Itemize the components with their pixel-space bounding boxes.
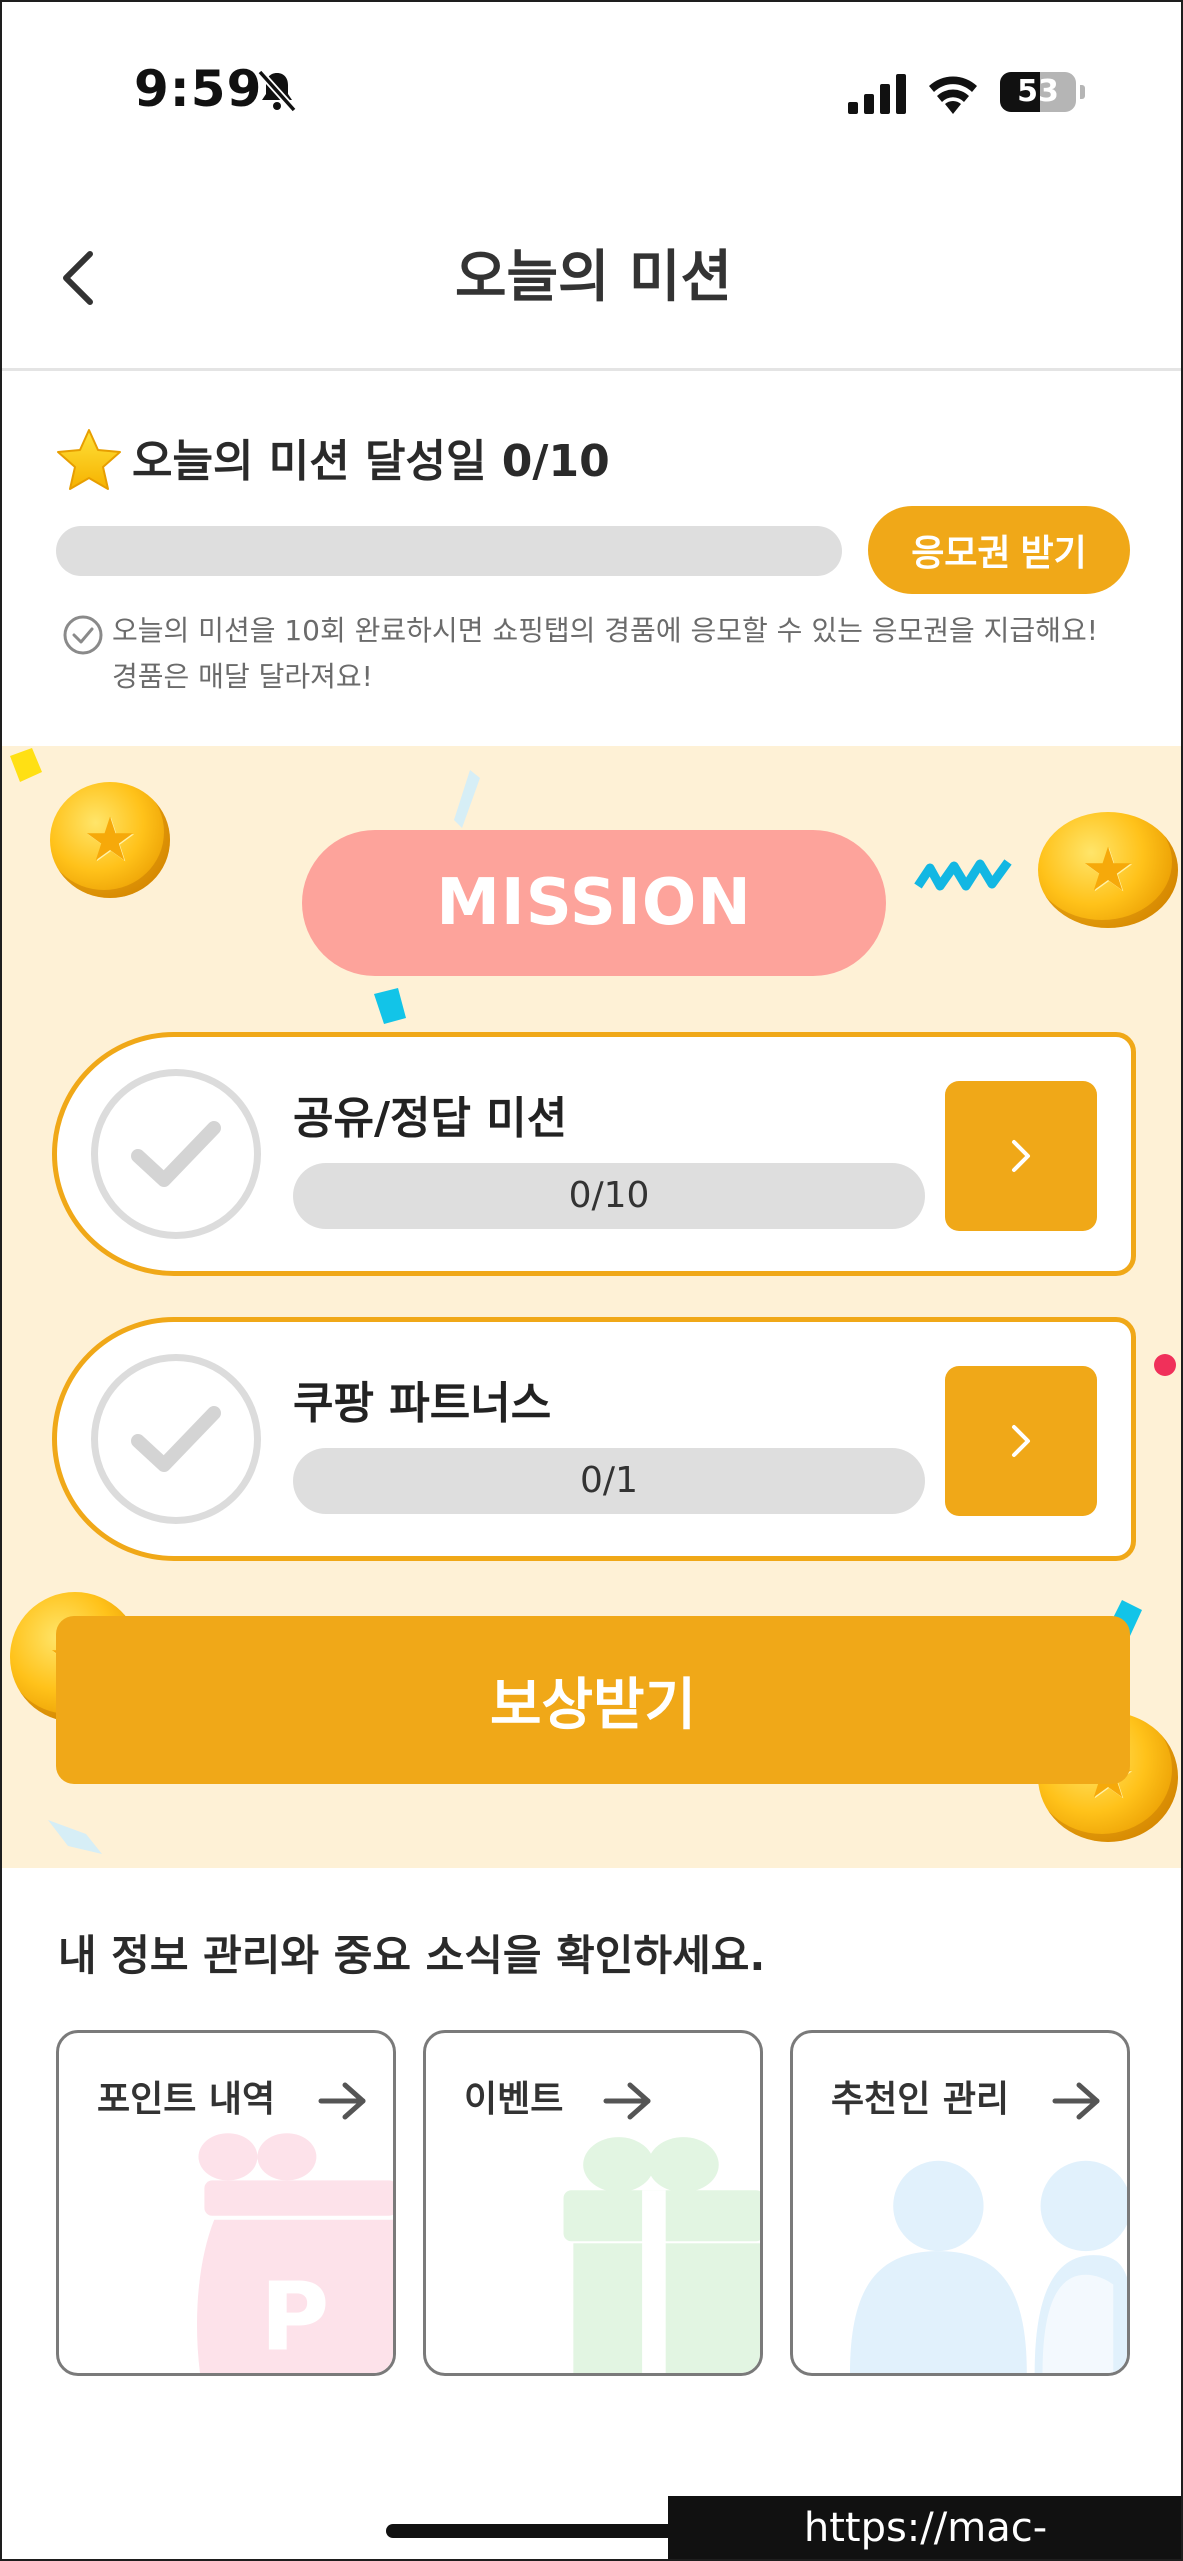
claim-reward-button[interactable]: 보상받기 [56,1616,1130,1784]
summary-progress-bar [56,526,842,576]
card-label: 이벤트 [464,2079,564,2120]
mission-progress-count: 0/1 [580,1460,638,1501]
mission-check-circle [91,1354,261,1524]
get-ticket-button[interactable]: 응모권 받기 [868,506,1130,594]
coin-decoration [50,782,170,898]
page-title: 오늘의 미션 [454,245,733,310]
mission-check-circle [91,1069,261,1239]
confetti-decoration [1154,1354,1176,1376]
mission-name: 공유/정답 미션 [293,1093,568,1144]
card-label: 포인트 내역 [97,2079,276,2120]
arrow-right-icon [318,2082,366,2120]
checkmark-icon [131,1406,221,1472]
mission-progress-bar: 0/1 [293,1448,925,1514]
bell-slash-icon [257,69,297,113]
status-time: 9:59 [134,60,263,118]
checkmark-icon [131,1121,221,1187]
check-circle-icon [63,615,103,655]
phone-screen: 9:59 53 오늘의 미션 오늘의 미션 달성일 0/10 응모권 받기 오늘… [0,0,1183,2561]
coin-decoration [1038,812,1178,928]
wifi-icon [929,76,977,114]
card-label: 추천인 관리 [831,2079,1010,2120]
chevron-left-icon [63,251,93,305]
battery-indicator: 53 [1000,72,1086,112]
info-heading: 내 정보 관리와 중요 소식을 확인하세요. [58,1931,766,1980]
confetti-decoration [914,859,1012,891]
summary-title: 오늘의 미션 달성일 0/10 [132,436,610,487]
arrow-right-icon [603,2082,651,2120]
mission-name: 쿠팡 파트너스 [293,1378,552,1429]
mission-progress-count: 0/10 [568,1175,650,1216]
back-button[interactable] [46,242,110,314]
event-card[interactable]: 이벤트 [423,2030,763,2376]
summary-note: 오늘의 미션을 10회 완료하시면 쇼핑탭의 경품에 응모할 수 있는 응모권을… [112,614,1098,693]
mission-go-button[interactable] [945,1081,1097,1231]
mission-card-share-quiz: 공유/정답 미션 0/10 [52,1032,1136,1276]
confetti-decoration [10,748,42,782]
referrer-management-card[interactable]: 추천인 관리 [790,2030,1130,2376]
chevron-right-icon [1012,1140,1030,1172]
svg-text:P: P [260,2262,329,2372]
header-divider [2,368,1181,371]
confetti-decoration [374,988,406,1024]
mission-go-button[interactable] [945,1366,1097,1516]
mission-card-coupang-partners: 쿠팡 파트너스 0/1 [52,1317,1136,1561]
point-history-card[interactable]: P 포인트 내역 [56,2030,396,2376]
watermark: https://mac-os.tistory.com [668,2496,1181,2559]
confetti-decoration [454,770,480,828]
signal-icon [848,74,906,114]
confetti-decoration [48,1820,102,1854]
mission-progress-bar: 0/10 [293,1163,925,1229]
mission-badge: MISSION [302,830,886,976]
star-icon [57,429,121,490]
arrow-right-icon [1052,2082,1100,2120]
battery-percent: 53 [1017,74,1059,109]
chevron-right-icon [1012,1425,1030,1457]
